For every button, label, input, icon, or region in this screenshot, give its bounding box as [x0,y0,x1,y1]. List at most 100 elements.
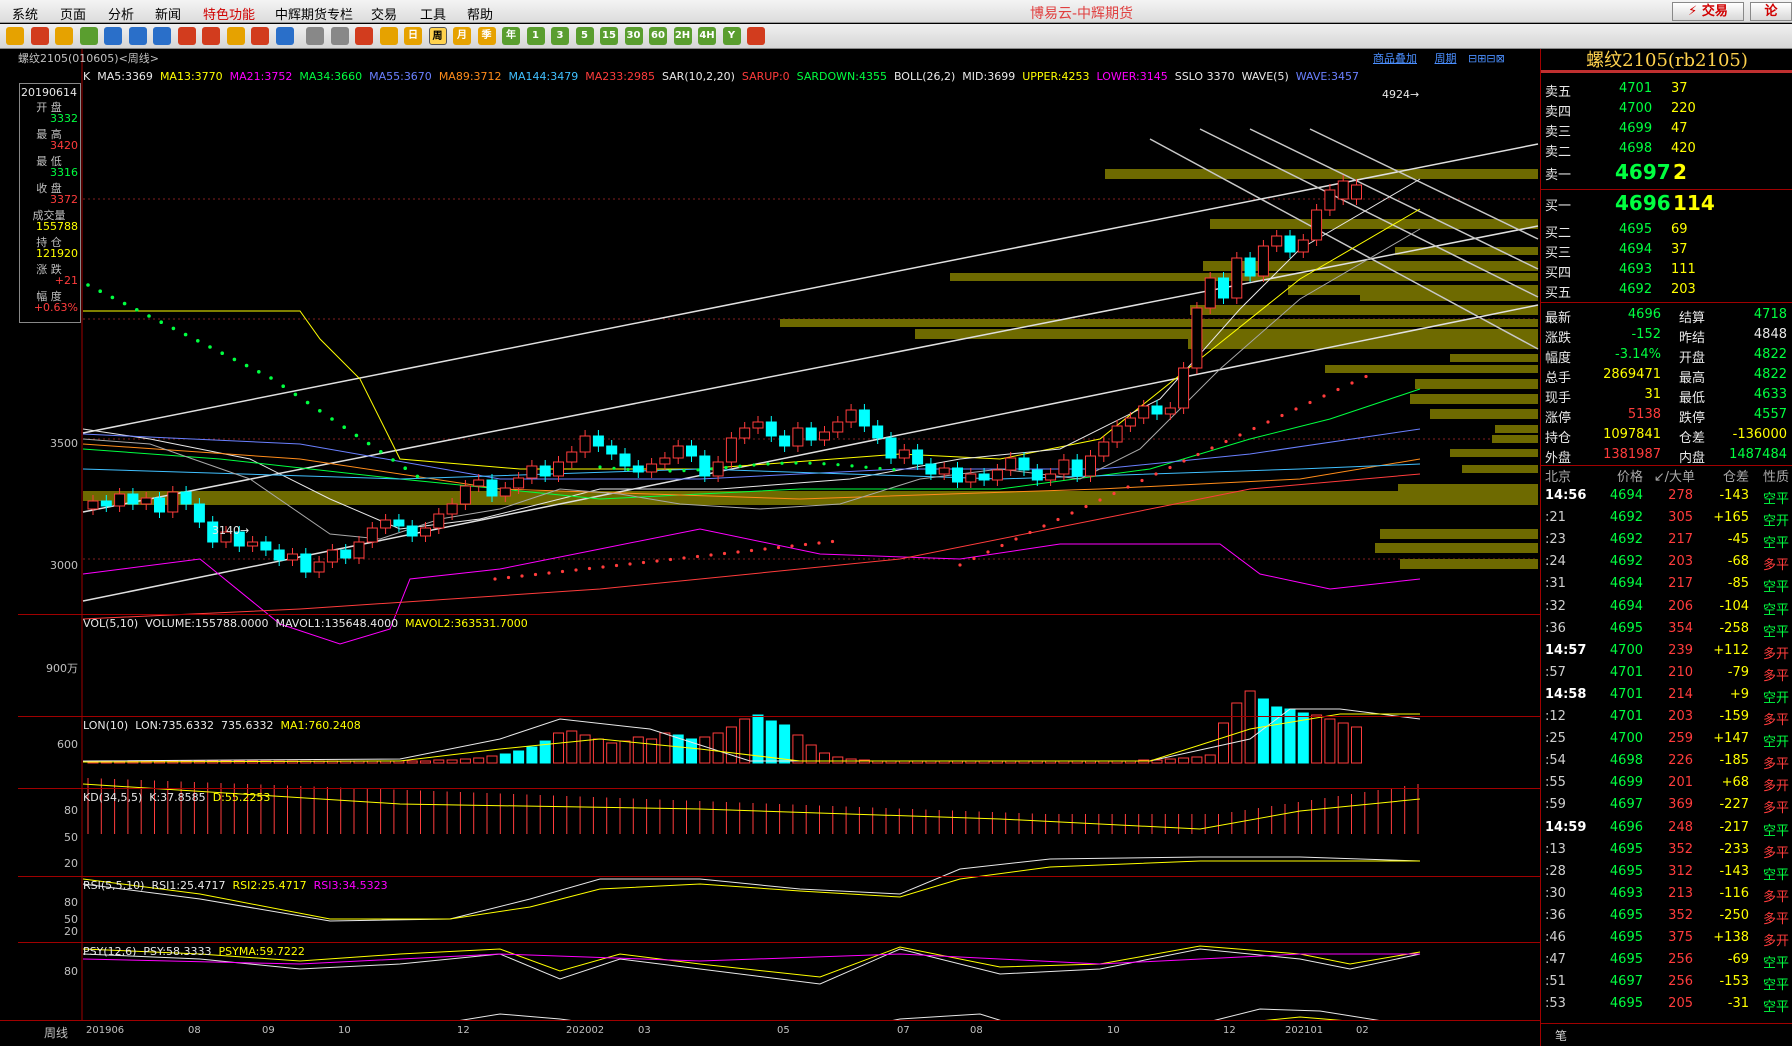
toolbar-button-8[interactable] [202,27,220,45]
candle-body-28 [459,485,471,505]
vol-bar-84 [1204,754,1216,764]
toolbar-button-23[interactable]: 5 [575,27,594,45]
toolbar-button-20[interactable]: 年 [502,27,520,45]
tick-footer-tab[interactable]: 笔 [1541,1023,1792,1045]
candle-body-25 [420,527,431,537]
tick-16-2: 352 [1668,841,1693,857]
ask-row-0[interactable]: 卖五 4701 37 [1541,79,1792,100]
stat-0-0: 最新 [1545,311,1572,326]
menu-analysis[interactable]: 分析 [108,4,134,23]
toolbar-button-0[interactable] [6,27,24,45]
toolbar-button-26[interactable]: 60 [649,27,667,45]
tick-15-3: -217 [1719,819,1749,835]
toolbar-button-18[interactable]: 月 [453,27,471,45]
volume-profile-bar-17 [1492,435,1538,443]
chart-area[interactable] [0,49,1540,1046]
bid-row-3[interactable]: 买四 4693 111 [1541,260,1792,281]
toolbar-button-5[interactable] [128,27,147,45]
bid-row-2[interactable]: 买三 4694 37 [1541,240,1792,261]
toolbar-button-21[interactable]: 1 [526,27,545,45]
ask-row-4[interactable]: 卖一 4697 2 [1541,160,1792,184]
bid-row-1[interactable]: 买二 4695 69 [1541,220,1792,241]
toolbar-button-29[interactable]: Y [722,27,741,45]
tick-9-4: 空开 [1762,690,1789,706]
sar-dot-mid-10 [738,464,742,468]
tick-22-4: 空平 [1762,978,1789,994]
kline-chart[interactable] [0,49,1540,1046]
candle-body-5 [154,497,165,513]
candle-body-24 [406,525,418,537]
toolbar-button-11[interactable] [275,27,294,45]
toolbar-button-15[interactable] [379,27,398,45]
toolbar-button-10[interactable] [251,27,269,45]
orderbook-separator [1541,189,1792,190]
tick-3-4: 多平 [1762,558,1789,574]
toolbar-button-27[interactable]: 2H [673,27,692,45]
chart-header: 螺纹2105(010605)<周线> [18,50,159,66]
ask-row-1[interactable]: 卖四 4700 220 [1541,99,1792,120]
bid-row-4[interactable]: 买五 4692 203 [1541,280,1792,301]
bid-price-4: 4692 [1619,282,1653,297]
menu-tools[interactable]: 工具 [420,4,446,23]
ask-row-3[interactable]: 卖二 4698 420 [1541,139,1792,160]
overlay-link[interactable]: 商品叠加 [1373,52,1417,65]
toolbar-button-24[interactable]: 15 [600,27,618,45]
toolbar-button-13[interactable] [330,27,349,45]
toolbar-button-19[interactable]: 季 [477,27,496,45]
tick-16-0: :13 [1545,841,1566,857]
menu-trade[interactable]: 交易 [371,4,397,23]
menu-page[interactable]: 页面 [60,4,86,23]
menu-news[interactable]: 新闻 [155,4,181,23]
toolbar-button-16[interactable]: 日 [404,27,422,45]
nav-icons[interactable]: ⊟⊞⊟⊠ [1468,52,1505,65]
tick-0-3: -143 [1719,488,1749,503]
menu-zhonghui-column[interactable]: 中辉期货专栏 [275,4,353,23]
candle-body-15 [287,553,298,561]
menu-help[interactable]: 帮助 [467,4,493,23]
bid-vol-2: 37 [1671,242,1688,257]
kd-indicator-line: KD(34,5,5) K:37.8585 D:55.2253 [83,791,277,804]
menu-features[interactable]: 特色功能 [203,4,255,23]
forum-button[interactable]: 论 [1750,2,1792,21]
bid-row-0[interactable]: 买一 4696 114 [1541,191,1792,215]
toolbar-button-6[interactable] [153,27,171,45]
tick-9-2: 214 [1668,686,1693,702]
tick-9-3: +9 [1729,686,1749,702]
tick-8-1: 4701 [1609,664,1643,680]
menu-system[interactable]: 系统 [12,4,38,23]
toolbar-button-9[interactable] [226,27,245,45]
candle-body-54 [805,427,817,441]
toolbar-button-1[interactable] [30,27,49,45]
toolbar-button-30[interactable] [747,27,765,45]
candle-body-63 [925,463,937,475]
toolbar-button-3[interactable] [79,27,98,45]
toolbar-button-25[interactable]: 30 [624,27,643,45]
tick-row-15: 14:59 4696 248 -217 空平 [1541,817,1792,839]
tick-row-9: 14:58 4701 214 +9 空开 [1541,684,1792,706]
trade-button[interactable]: ⚡ 交易 [1672,2,1744,21]
sar-dot-up-b-29 [1364,374,1368,379]
toolbar-button-17[interactable]: 周 [428,27,447,45]
vol-bar-87 [1244,690,1256,764]
period-link[interactable]: 周期 [1435,52,1457,65]
toolbar-button-22[interactable]: 3 [551,27,569,45]
sar-dot-up-b-11 [1112,491,1116,496]
ask-label-4: 卖一 [1545,168,1572,183]
sar-dot-up-b-3 [1000,543,1004,548]
psy-line-item-2: PSYMA:59.7222 [218,945,305,958]
sar-dot-down-22 [354,433,359,438]
bid-price-1: 4695 [1619,222,1653,237]
toolbar-button-12[interactable] [306,27,324,45]
toolbar-button-2[interactable] [55,27,73,45]
tick-18-3: -116 [1719,885,1749,901]
trough-label: 3140→ [212,524,250,537]
stat-1-3: 4848 [1753,327,1787,342]
tick-row-0: 14:56 4694 278 -143 空平 [1541,485,1792,507]
toolbar-button-7[interactable] [177,27,196,45]
toolbar-button-4[interactable] [104,27,122,45]
ask-row-2[interactable]: 卖三 4699 47 [1541,119,1792,140]
toolbar-button-14[interactable] [355,27,373,45]
toolbar-button-28[interactable]: 4H [698,27,716,45]
candle-body-88 [1257,245,1269,277]
volume-profile-bar-2 [1395,247,1538,255]
